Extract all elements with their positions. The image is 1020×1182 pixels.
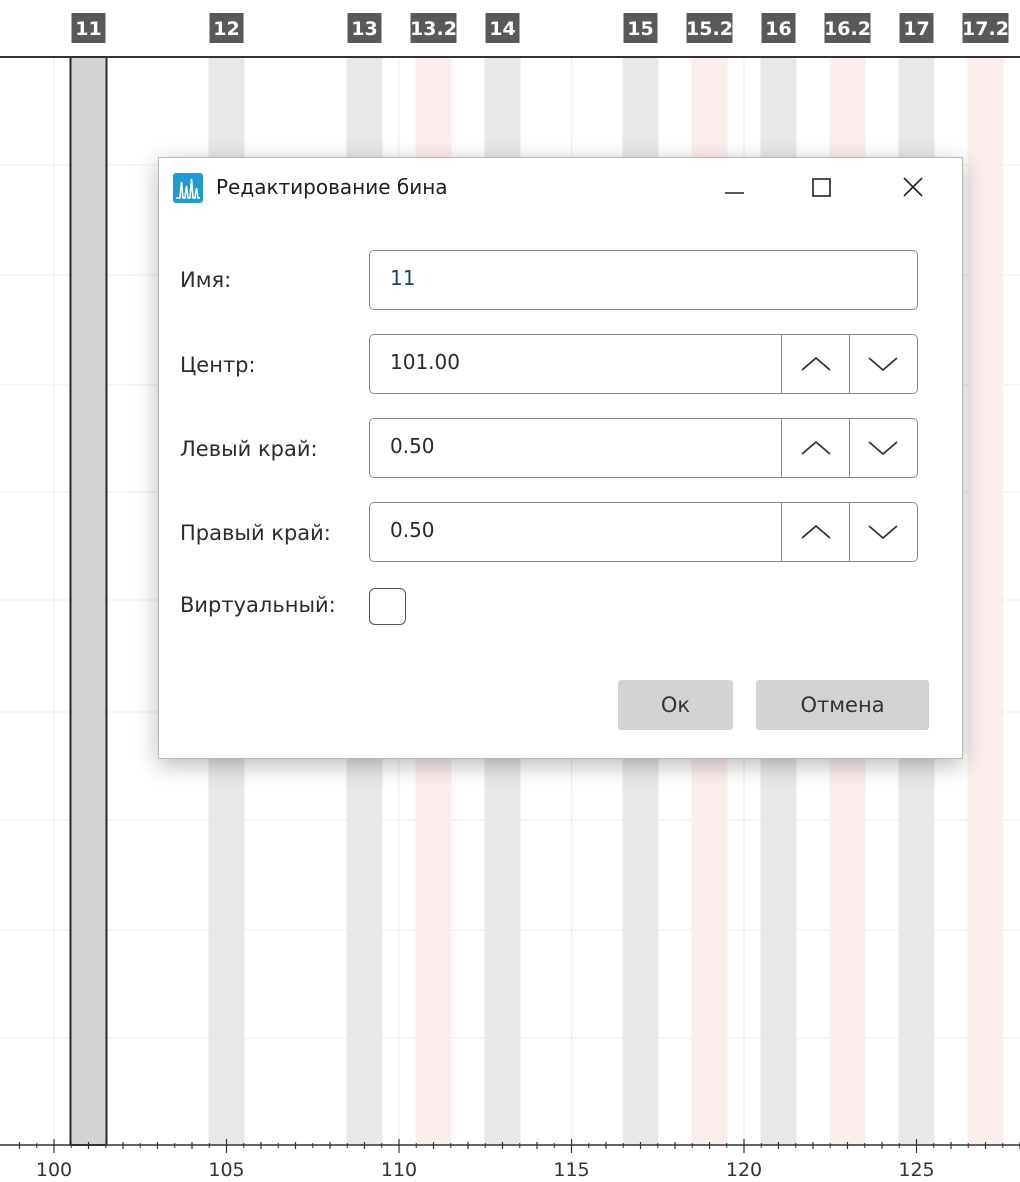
close-button[interactable]	[891, 166, 935, 210]
right-edge-label: Правый край:	[180, 521, 331, 545]
bin-label-16: 16	[765, 18, 791, 40]
bin-label-15: 15	[627, 18, 653, 40]
center-increment-button[interactable]	[781, 335, 849, 393]
left-edge-label: Левый край:	[180, 437, 318, 461]
ok-button[interactable]: Ок	[618, 680, 733, 730]
chevron-down-icon	[868, 357, 898, 372]
name-value: 11	[390, 266, 416, 290]
chevron-up-icon	[801, 440, 831, 455]
minimize-icon	[725, 192, 744, 194]
x-tick-label-120: 120	[726, 1159, 762, 1181]
maximize-icon	[812, 178, 831, 197]
bin-label-15.2: 15.2	[686, 18, 733, 40]
name-input[interactable]: 11	[369, 250, 918, 310]
chevron-down-icon	[868, 525, 898, 540]
bin-label-17: 17	[903, 18, 929, 40]
x-tick-label-100: 100	[36, 1159, 72, 1181]
x-tick-label-110: 110	[381, 1159, 417, 1181]
right-edge-decrement-button[interactable]	[849, 503, 917, 561]
left-edge-value: 0.50	[390, 434, 435, 458]
bin-label-13.2: 13.2	[410, 18, 457, 40]
left-edge-decrement-button[interactable]	[849, 419, 917, 477]
chromatogram-icon	[173, 173, 203, 203]
center-input[interactable]: 101.00	[369, 334, 918, 394]
dialog-title: Редактирование бина	[216, 175, 448, 199]
x-tick-label-125: 125	[898, 1159, 934, 1181]
virtual-label: Виртуальный:	[180, 593, 336, 617]
bin-label-16.2: 16.2	[824, 18, 871, 40]
close-icon	[903, 177, 923, 197]
center-decrement-button[interactable]	[849, 335, 917, 393]
chevron-up-icon	[801, 356, 831, 371]
bin-label-14: 14	[489, 18, 515, 40]
virtual-checkbox[interactable]	[369, 588, 406, 625]
center-label: Центр:	[180, 353, 256, 377]
right-edge-increment-button[interactable]	[781, 503, 849, 561]
name-label: Имя:	[180, 268, 232, 292]
x-tick-label-115: 115	[553, 1159, 589, 1181]
dialog-titlebar[interactable]: Редактирование бина	[159, 158, 962, 216]
right-edge-input[interactable]: 0.50	[369, 502, 918, 562]
bin-label-12: 12	[213, 18, 239, 40]
chevron-down-icon	[868, 441, 898, 456]
minimize-button[interactable]	[713, 166, 757, 210]
bin-label-13: 13	[351, 18, 377, 40]
chevron-up-icon	[801, 524, 831, 539]
bin-band-11[interactable]	[69, 56, 108, 1146]
center-value: 101.00	[390, 350, 460, 374]
bin-label-17.2: 17.2	[962, 18, 1009, 40]
maximize-button[interactable]	[799, 166, 843, 210]
bin-band-17.2[interactable]	[967, 57, 1004, 1145]
cancel-button[interactable]: Отмена	[756, 680, 929, 730]
right-edge-value: 0.50	[390, 518, 435, 542]
bin-label-11: 11	[75, 18, 101, 40]
x-tick-label-105: 105	[208, 1159, 244, 1181]
left-edge-increment-button[interactable]	[781, 419, 849, 477]
edit-bin-dialog: Редактирование бина Имя: 11 Центр: 101.0…	[158, 157, 963, 759]
left-edge-input[interactable]: 0.50	[369, 418, 918, 478]
